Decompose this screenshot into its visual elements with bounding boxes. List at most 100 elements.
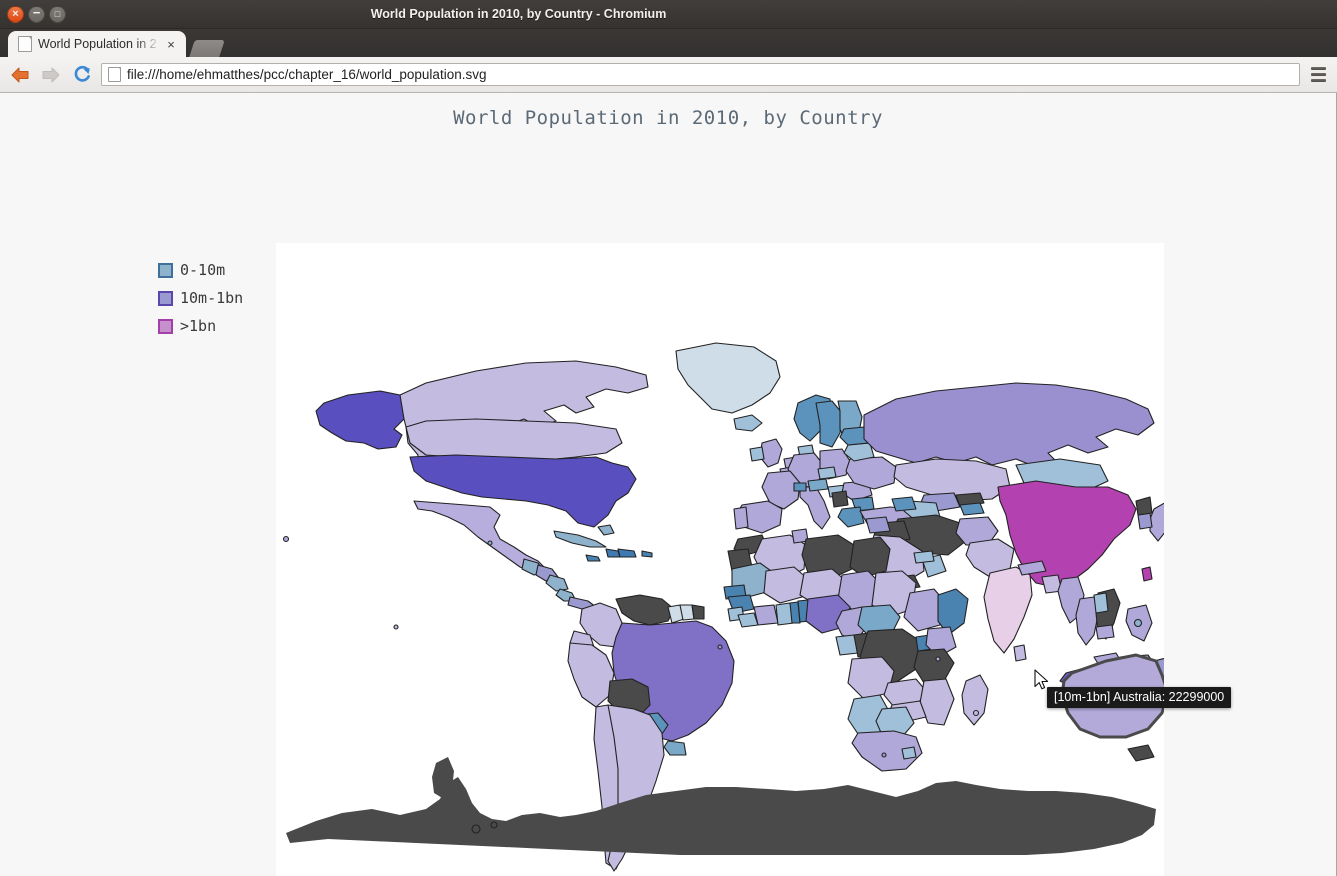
chart-legend: 0-10m 10m-1bn >1bn: [158, 256, 243, 340]
country-canada-south[interactable]: [405, 418, 623, 462]
country-french-guiana[interactable]: [691, 604, 705, 620]
world-map-svg: [282, 342, 1164, 872]
island-dot: [972, 709, 980, 717]
country-tanzania[interactable]: [913, 648, 955, 684]
country-portugal[interactable]: [733, 506, 749, 530]
country-uae[interactable]: [913, 550, 935, 564]
country-south-korea[interactable]: [1137, 512, 1153, 530]
country-liberia[interactable]: [737, 612, 759, 628]
page-viewport: World Population in 2010, by Country 0-1…: [0, 93, 1337, 876]
country-north-korea[interactable]: [1135, 496, 1153, 516]
country-czech[interactable]: [817, 466, 837, 480]
close-icon: ×: [12, 7, 19, 20]
forward-button: [39, 63, 63, 87]
country-cuba[interactable]: [553, 530, 607, 548]
country-laos[interactable]: [1093, 592, 1109, 614]
country-iceland[interactable]: [733, 414, 763, 432]
legend-swatch: [158, 318, 173, 334]
tab-close-icon[interactable]: ×: [164, 37, 179, 52]
world-map-plot: [276, 243, 1164, 876]
country-greece[interactable]: [837, 506, 865, 528]
legend-label: >1bn: [180, 317, 217, 335]
country-mozambique[interactable]: [919, 678, 955, 726]
country-tajikistan[interactable]: [959, 502, 985, 516]
country-nicaragua[interactable]: [545, 574, 569, 592]
island-dot: [471, 824, 481, 834]
tab-title: World Population in 2: [38, 37, 157, 51]
country-russia[interactable]: [863, 382, 1155, 468]
country-ireland[interactable]: [749, 446, 765, 462]
maximize-icon: □: [54, 8, 61, 19]
window-titlebar: × − □ World Population in 2010, by Count…: [0, 0, 1337, 29]
reload-icon: [74, 65, 90, 82]
close-window-button[interactable]: ×: [7, 5, 24, 23]
window-title-text: World Population in 2010, by Country - C…: [370, 7, 667, 21]
document-icon: [18, 36, 32, 52]
tab-strip: World Population in 2 ×: [0, 29, 1337, 57]
country-jamaica[interactable]: [585, 554, 601, 562]
country-greenland[interactable]: [675, 342, 781, 414]
menu-button[interactable]: [1307, 63, 1329, 87]
legend-label: 0-10m: [180, 261, 226, 279]
country-italy[interactable]: [799, 486, 831, 530]
country-taiwan[interactable]: [1141, 566, 1153, 582]
continent-antarctica[interactable]: [286, 777, 1156, 855]
reload-button[interactable]: [70, 63, 94, 87]
country-cambodia[interactable]: [1095, 624, 1115, 640]
island-dot: [490, 821, 498, 829]
island-dot: [393, 624, 399, 630]
legend-item-over-1bn[interactable]: >1bn: [158, 312, 243, 340]
browser-toolbar: file:///home/ehmatthes/pcc/chapter_16/wo…: [0, 57, 1337, 93]
hamburger-menu-icon: [1310, 79, 1326, 82]
address-bar[interactable]: file:///home/ehmatthes/pcc/chapter_16/wo…: [101, 63, 1300, 86]
minimize-icon: −: [32, 5, 41, 20]
legend-swatch: [158, 290, 173, 306]
island-dot: [935, 656, 941, 662]
country-madagascar[interactable]: [961, 674, 989, 726]
legend-item-0-10m[interactable]: 0-10m: [158, 256, 243, 284]
country-uruguay[interactable]: [663, 740, 687, 756]
country-venezuela[interactable]: [615, 594, 675, 626]
minimize-window-button[interactable]: −: [28, 5, 45, 23]
hamburger-menu-icon: [1310, 67, 1326, 70]
chart-title: World Population in 2010, by Country: [453, 107, 883, 129]
country-switzerland[interactable]: [793, 482, 807, 492]
country-lesotho[interactable]: [901, 746, 917, 760]
back-arrow-icon: [11, 67, 29, 82]
back-button[interactable]: [8, 63, 32, 87]
country-georgia-caucasus[interactable]: [891, 496, 917, 512]
map-tooltip: [10m-1bn] Australia: 22299000: [1047, 687, 1232, 708]
country-united-states[interactable]: [409, 454, 637, 528]
country-austria[interactable]: [807, 478, 829, 492]
island-dot: [282, 535, 290, 543]
country-alaska[interactable]: [315, 390, 409, 450]
legend-swatch: [158, 262, 173, 278]
country-serbia-balkans[interactable]: [831, 490, 849, 508]
window-title: World Population in 2010, by Country - C…: [0, 0, 1337, 28]
country-india[interactable]: [983, 566, 1033, 654]
legend-label: 10m-1bn: [180, 289, 244, 307]
hamburger-menu-icon: [1310, 73, 1326, 76]
page-document-icon: [108, 67, 121, 82]
country-bahamas[interactable]: [597, 524, 615, 536]
island-dot: [881, 752, 887, 758]
country-sri-lanka[interactable]: [1013, 644, 1027, 662]
legend-item-10m-1bn[interactable]: 10m-1bn: [158, 284, 243, 312]
country-dominican-republic[interactable]: [617, 548, 637, 558]
window-controls: × − □: [7, 5, 66, 23]
country-egypt[interactable]: [849, 536, 891, 578]
country-ivory-coast[interactable]: [753, 604, 779, 626]
island-dot: [717, 644, 723, 650]
country-puerto-rico[interactable]: [641, 550, 653, 558]
maximize-window-button[interactable]: □: [49, 5, 66, 23]
country-peru[interactable]: [567, 642, 615, 708]
new-tab-button[interactable]: [189, 40, 225, 57]
tab-world-population[interactable]: World Population in 2 ×: [8, 31, 186, 57]
forward-arrow-icon: [42, 67, 60, 82]
island-dot: [1133, 618, 1143, 628]
country-sweden[interactable]: [815, 400, 843, 448]
country-syria[interactable]: [865, 516, 891, 534]
country-japan[interactable]: [1149, 501, 1164, 542]
country-tasmania[interactable]: [1127, 744, 1155, 762]
island-dot: [487, 540, 493, 546]
